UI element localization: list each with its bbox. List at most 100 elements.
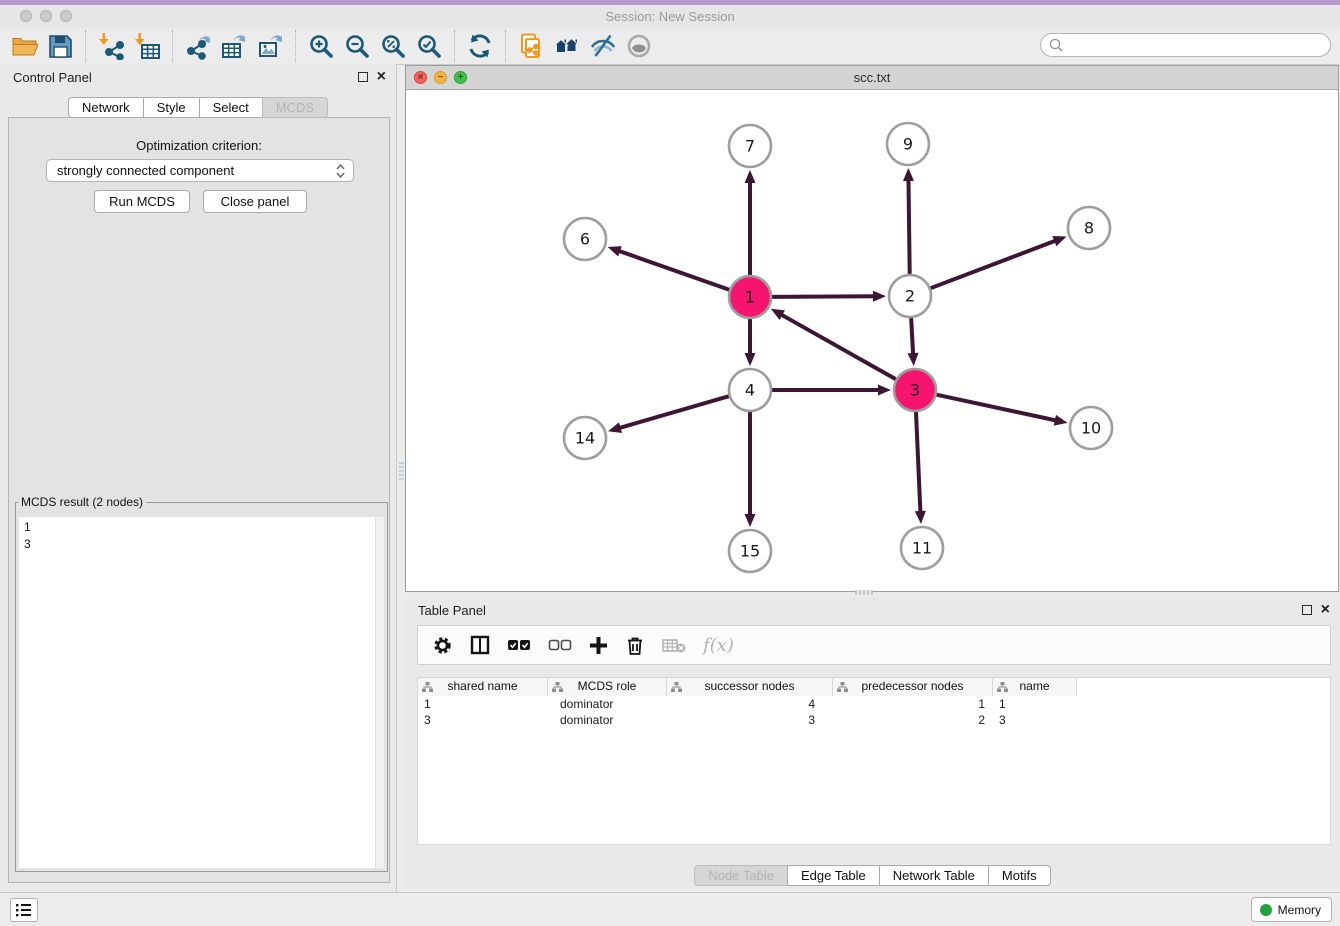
control-panel: Control Panel × NetworkStyleSelectMCDS O…	[0, 64, 397, 892]
cell-successor-nodes[interactable]: 4	[667, 696, 833, 712]
zoom-out-button[interactable]	[339, 29, 375, 63]
graph-node-11[interactable]: 11	[901, 527, 943, 569]
graph-edge-1-6[interactable]	[618, 251, 729, 290]
graph-node-3[interactable]: 3	[894, 369, 936, 411]
result-scrollbar[interactable]	[375, 517, 384, 868]
apply-layout-button[interactable]	[462, 29, 498, 63]
mcds-result-group: MCDS result (2 nodes) 13	[15, 495, 388, 872]
import-network-button[interactable]	[93, 29, 129, 63]
table-row[interactable]: 1dominator411	[418, 696, 1330, 712]
delete-column-button[interactable]	[625, 635, 645, 656]
cell-MCDS-role[interactable]: dominator	[548, 696, 667, 712]
graph-node-2[interactable]: 2	[889, 275, 931, 317]
tab-network[interactable]: Network	[68, 97, 144, 118]
mcds-panel: Optimization criterion: strongly connect…	[8, 117, 390, 883]
tab-node-table[interactable]: Node Table	[694, 865, 788, 886]
network-canvas[interactable]: 1 2 3 4 6 7 8 9 10 11 14 15	[406, 90, 1338, 591]
cell-shared-name[interactable]: 3	[418, 712, 548, 728]
tab-select[interactable]: Select	[199, 97, 263, 118]
table-settings-button[interactable]	[432, 635, 453, 656]
splitter-handle-vertical[interactable]	[399, 462, 404, 480]
graph-edge-2-9[interactable]	[908, 179, 909, 274]
open-session-button[interactable]	[6, 29, 42, 63]
cell-successor-nodes[interactable]: 3	[667, 712, 833, 728]
new-network-from-selection-button[interactable]	[513, 29, 549, 63]
graph-edge-3-11[interactable]	[916, 412, 920, 513]
splitter-handle-horizontal[interactable]	[855, 590, 873, 595]
close-panel-icon[interactable]: ×	[377, 70, 386, 84]
cell-shared-name[interactable]: 1	[418, 696, 548, 712]
export-network-button[interactable]	[180, 29, 216, 63]
graph-node-10[interactable]: 10	[1070, 407, 1112, 449]
graph-node-6[interactable]: 6	[564, 218, 606, 260]
column-header-label: successor nodes	[704, 679, 794, 693]
tab-mcds[interactable]: MCDS	[262, 97, 328, 118]
cell-predecessor-nodes[interactable]: 1	[833, 696, 993, 712]
unselect-all-columns-button[interactable]	[548, 636, 572, 654]
float-table-panel-icon[interactable]	[1302, 605, 1312, 615]
export-table-icon	[220, 32, 248, 60]
graph-node-14[interactable]: 14	[564, 417, 606, 459]
export-image-button[interactable]	[252, 29, 288, 63]
zoom-fit-button[interactable]	[375, 29, 411, 63]
graph-node-4[interactable]: 4	[729, 369, 771, 411]
column-header-successor-nodes[interactable]: successor nodes	[667, 678, 833, 696]
memory-button[interactable]: Memory	[1251, 897, 1332, 922]
zoom-in-button[interactable]	[303, 29, 339, 63]
mcds-result-textarea[interactable]: 13	[19, 517, 384, 868]
export-table-button[interactable]	[216, 29, 252, 63]
hide-selected-button[interactable]	[585, 29, 621, 63]
search-icon	[1048, 37, 1064, 53]
graph-node-7[interactable]: 7	[729, 125, 771, 167]
graph-edge-4-14[interactable]	[619, 396, 729, 428]
graph-edge-2-8[interactable]	[931, 240, 1057, 288]
add-column-button[interactable]	[589, 636, 608, 655]
column-header-MCDS-role[interactable]: MCDS role	[548, 678, 667, 696]
task-history-button[interactable]	[10, 898, 38, 922]
zoom-selected-button[interactable]	[411, 29, 447, 63]
mcds-result-title: MCDS result (2 nodes)	[18, 495, 146, 509]
close-panel-button[interactable]: Close panel	[203, 190, 307, 213]
graph-node-8[interactable]: 8	[1068, 207, 1110, 249]
graph-edge-2-3[interactable]	[911, 318, 913, 355]
split-columns-button[interactable]	[470, 635, 490, 655]
run-mcds-button[interactable]: Run MCDS	[94, 190, 190, 213]
graph-node-15[interactable]: 15	[729, 530, 771, 572]
tab-network-table[interactable]: Network Table	[879, 865, 989, 886]
select-all-columns-button[interactable]	[507, 636, 531, 654]
cell-name[interactable]: 1	[993, 696, 1077, 712]
graph-edge-1-2[interactable]	[772, 296, 875, 297]
cell-predecessor-nodes[interactable]: 2	[833, 712, 993, 728]
graph-node-9[interactable]: 9	[887, 123, 929, 165]
search-input[interactable]	[1064, 36, 1330, 54]
graph-edge-3-10[interactable]	[937, 395, 1057, 421]
column-header-name[interactable]: name	[993, 678, 1077, 696]
save-session-button[interactable]	[42, 29, 78, 63]
first-neighbors-button[interactable]	[549, 29, 585, 63]
function-builder-icon-disabled: f(x)	[703, 635, 734, 656]
network-view-window: × − + scc.txt 1 2 3 4 6 7 8 9 10 11 14 15	[405, 65, 1339, 592]
main-toolbar	[0, 28, 1340, 65]
network-window-titlebar[interactable]: × − + scc.txt	[406, 66, 1338, 90]
search-box[interactable]	[1040, 33, 1331, 57]
column-header-shared-name[interactable]: shared name	[418, 678, 548, 696]
import-network-icon	[97, 32, 125, 60]
cell-MCDS-role[interactable]: dominator	[548, 712, 667, 728]
column-header-predecessor-nodes[interactable]: predecessor nodes	[833, 678, 993, 696]
sort-tree-icon	[997, 682, 1008, 692]
sort-tree-icon	[837, 682, 848, 692]
close-table-panel-icon[interactable]: ×	[1321, 603, 1330, 617]
float-panel-icon[interactable]	[358, 72, 368, 82]
tab-edge-table[interactable]: Edge Table	[787, 865, 880, 886]
cell-name[interactable]: 3	[993, 712, 1077, 728]
tab-style[interactable]: Style	[143, 97, 200, 118]
table-row[interactable]: 3dominator323	[418, 712, 1330, 728]
graph-node-1[interactable]: 1	[729, 276, 771, 318]
trash-icon	[625, 635, 645, 656]
import-table-icon	[133, 32, 161, 60]
import-table-button[interactable]	[129, 29, 165, 63]
mcds-result-lines: 13	[19, 517, 384, 555]
tab-motifs[interactable]: Motifs	[988, 865, 1051, 886]
graph-edge-3-1[interactable]	[780, 314, 895, 379]
optimization-criterion-select[interactable]: strongly connected component	[46, 159, 354, 182]
